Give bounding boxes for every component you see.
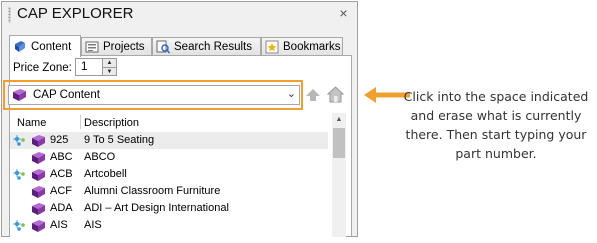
content-source-select[interactable]: CAP Content ⌄ [8,85,300,105]
projects-icon [85,41,99,52]
search-results-icon [156,40,170,54]
row-description: Alumni Classroom Furniture [84,185,221,197]
chevron-down-icon[interactable]: ⌄ [287,87,296,100]
book-icon [32,135,45,147]
vertical-scrollbar[interactable]: ▲ [332,113,346,237]
close-button[interactable]: × [336,6,351,21]
list-row[interactable]: ABC ABCO [10,149,328,166]
list-row[interactable]: ACF Alumni Classroom Furniture [10,183,328,200]
row-name: ACF [50,185,72,197]
book-icon [32,220,45,232]
up-arrow-icon[interactable] [305,87,321,103]
tab-label: Content [31,40,72,53]
tab-search-results[interactable]: Search Results [152,37,261,55]
column-header-description[interactable]: Description [84,117,139,129]
row-name: ABC [50,151,73,163]
row-name: ACB [50,168,73,180]
list-row[interactable]: ADA ADI – Art Design International [10,200,328,217]
bookmark-icon [265,40,279,53]
callout-text: Click into the space indicated and erase… [403,89,589,161]
row-name: ADA [50,202,73,214]
book-icon [32,203,45,215]
home-icon[interactable] [327,86,344,103]
sparkle-icon [13,169,25,180]
tab-label: Bookmarks [283,40,341,53]
row-name: AIS [50,219,68,231]
book-icon [32,186,45,198]
tab-label: Projects [103,40,145,53]
scroll-up-icon[interactable]: ▲ [332,113,346,127]
sparkle-icon [13,220,25,231]
book-icon [13,89,26,101]
list-row[interactable]: ACB Artcobell [10,166,328,183]
content-source-value: CAP Content [33,89,100,101]
list-header: Name Description [10,113,328,131]
price-zone-input[interactable]: 1 [75,58,103,76]
column-header-name[interactable]: Name [17,117,46,129]
panel-grip[interactable] [8,7,11,23]
list-row[interactable]: 925 9 To 5 Seating [10,132,328,149]
tab-label: Search Results [174,40,252,53]
row-description: Artcobell [84,168,127,180]
scroll-thumb[interactable] [333,128,345,158]
column-divider[interactable] [80,115,81,129]
price-zone-stepper[interactable]: ▲ ▼ [102,58,117,76]
row-description: AIS [84,219,102,231]
tab-content[interactable]: Content [9,35,81,57]
row-description: ABCO [84,151,116,163]
row-description: 9 To 5 Seating [84,134,155,146]
price-zone-label: Price Zone: [13,62,72,74]
row-description: ADI – Art Design International [84,202,229,214]
sparkle-icon [13,135,25,146]
content-list: Name Description 925 9 To 5 Seating ABC ABC… [10,113,346,237]
book-icon [15,40,25,52]
stepper-up-icon[interactable]: ▲ [103,59,116,68]
row-name: 925 [50,134,69,146]
tab-strip: Content Projects Search Results Bookmark… [9,35,354,57]
book-icon [32,152,45,164]
tab-projects[interactable]: Projects [81,37,152,55]
book-icon [32,169,45,181]
tab-bookmarks[interactable]: Bookmarks [261,37,343,55]
stepper-down-icon[interactable]: ▼ [103,68,116,76]
list-row[interactable]: AIS AIS [10,217,328,234]
panel-title: CAP EXPLORER [17,5,134,22]
